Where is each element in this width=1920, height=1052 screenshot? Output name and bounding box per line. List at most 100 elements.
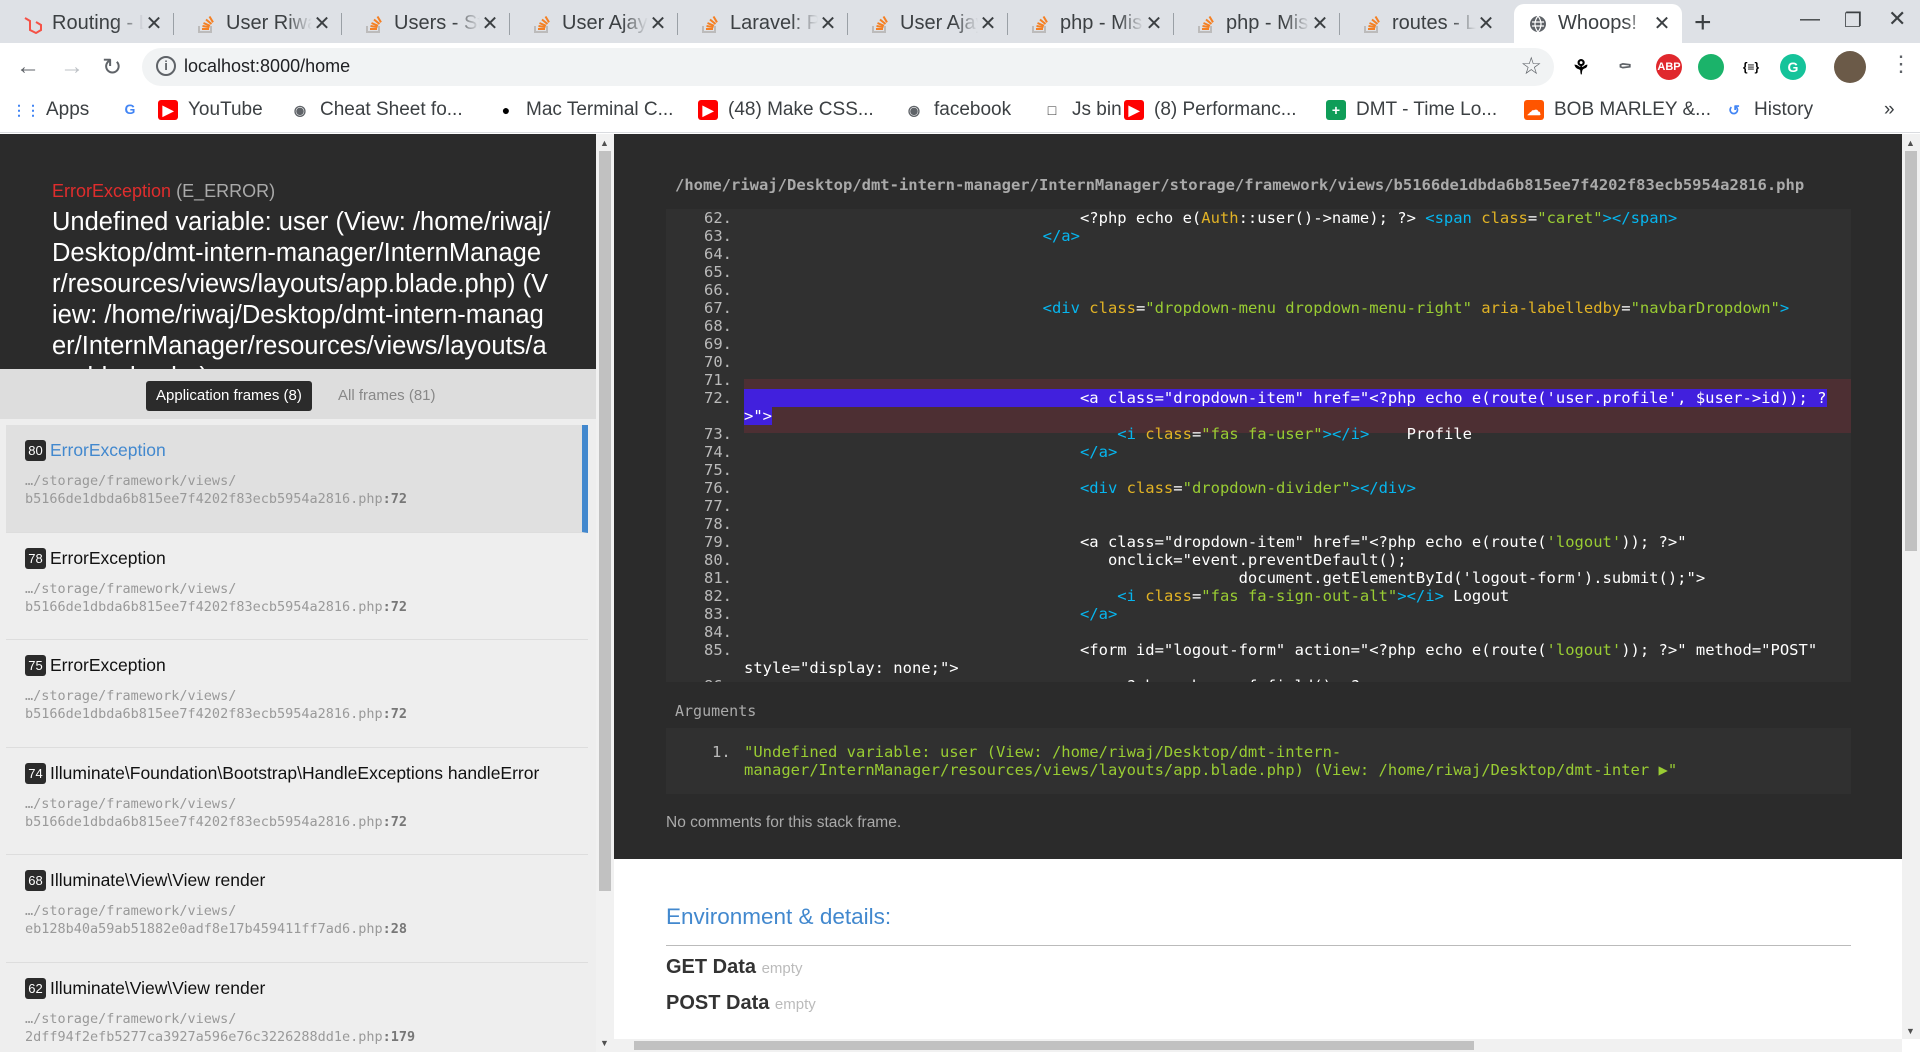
stack-frame[interactable]: 62 Illuminate\View\View render …/storage/f… xyxy=(6,962,588,1052)
tab-title[interactable]: Users - Stack Overflow xyxy=(394,12,480,35)
address-bar[interactable]: i localhost:8000/home ☆ xyxy=(142,48,1554,86)
tab-close-icon[interactable]: ✕ xyxy=(1310,11,1330,36)
bookmark-label[interactable]: DMT - Time Lo... xyxy=(1356,99,1497,121)
frame-heading[interactable]: 62 Illuminate\View\View render xyxy=(25,977,588,999)
scroll-up-arrow-icon[interactable]: ▲ xyxy=(600,138,609,148)
argument-value[interactable]: "Undefined variable: user (View: /home/r… xyxy=(744,743,1784,779)
extension-paw-icon[interactable]: ⚘ xyxy=(1568,54,1594,80)
tab-title[interactable]: User Ajay xyxy=(900,12,978,35)
horizontal-scrollbar-thumb[interactable] xyxy=(634,1041,1474,1050)
tab-title[interactable]: routes - L xyxy=(1392,12,1476,35)
extension-bike-icon[interactable]: ⚰ xyxy=(1612,54,1638,80)
forward-button[interactable]: → xyxy=(60,53,84,81)
horizontal-scrollbar[interactable] xyxy=(614,1039,1902,1052)
frame-class[interactable]: ErrorException xyxy=(50,548,166,568)
new-tab-button[interactable]: + xyxy=(1694,6,1712,40)
frame-heading[interactable]: 75 ErrorException xyxy=(25,655,588,676)
chrome-menu-icon[interactable]: ⋮ xyxy=(1890,51,1912,77)
frame-class[interactable]: Illuminate\View\View render xyxy=(50,870,265,890)
bookmark-label[interactable]: YouTube xyxy=(188,99,263,121)
frame-class[interactable]: ErrorException xyxy=(50,655,166,675)
site-info-icon[interactable]: i xyxy=(156,56,176,76)
back-button[interactable]: ← xyxy=(16,53,40,81)
tab-close-icon[interactable]: ✕ xyxy=(312,11,332,36)
browser-tab[interactable]: Routing - Laravel✕ xyxy=(8,4,174,43)
tab-title[interactable]: User Ajay xyxy=(562,12,648,35)
frame-heading[interactable]: 80 ErrorException xyxy=(25,440,582,461)
left-scrollbar-thumb[interactable] xyxy=(599,151,611,891)
tab-close-icon[interactable]: ✕ xyxy=(818,11,838,36)
tab-title[interactable]: php - Mis xyxy=(1060,12,1144,35)
bookmark-item[interactable]: ◉ facebook xyxy=(904,99,1011,121)
browser-tab[interactable]: Users - Stack Overflow✕ xyxy=(350,4,510,43)
tab-all-frames[interactable]: All frames (81) xyxy=(328,381,446,411)
scroll-down-arrow-icon[interactable]: ▼ xyxy=(600,1038,609,1048)
bookmark-label[interactable]: Js bin xyxy=(1072,99,1122,121)
tab-title[interactable]: User Riwaj xyxy=(226,12,312,35)
right-scrollbar[interactable]: ▲ ▼ xyxy=(1902,134,1920,1039)
stack-frame[interactable]: 80 ErrorException …/storage/framework/view… xyxy=(6,425,588,533)
bookmark-item[interactable]: ▶ YouTube xyxy=(158,99,263,121)
close-window-button[interactable]: ✕ xyxy=(1888,6,1906,32)
stack-frame[interactable]: 75 ErrorException …/storage/framework/view… xyxy=(6,640,588,748)
tab-close-icon[interactable]: ✕ xyxy=(144,11,164,36)
right-scrollbar-thumb[interactable] xyxy=(1905,151,1917,551)
bookmark-label[interactable]: Apps xyxy=(46,99,89,121)
scroll-down-arrow-icon[interactable]: ▼ xyxy=(1906,1026,1915,1036)
bookmark-star-icon[interactable]: ☆ xyxy=(1520,52,1542,81)
grammarly-icon[interactable]: G xyxy=(1780,54,1806,80)
bookmark-item[interactable]: ● Mac Terminal C... xyxy=(496,99,673,121)
tab-title[interactable]: php - Mis xyxy=(1226,12,1310,35)
reload-button[interactable]: ↻ xyxy=(102,53,122,82)
bookmark-item[interactable]: ☁ BOB MARLEY &... xyxy=(1524,99,1711,121)
frame-heading[interactable]: 74 Illuminate\Foundation\Bootstrap\Handle… xyxy=(25,762,588,784)
tab-title[interactable]: Laravel: Pass xyxy=(730,12,818,35)
adblock-plus-icon[interactable]: ABP xyxy=(1656,54,1682,80)
tab-close-icon[interactable]: ✕ xyxy=(1652,11,1672,36)
maximize-button[interactable]: ❐ xyxy=(1844,8,1862,33)
bookmark-item[interactable]: □ Js bin xyxy=(1042,99,1122,121)
bookmark-label[interactable]: (48) Make CSS... xyxy=(728,99,874,121)
tab-title[interactable]: Routing - Laravel xyxy=(52,12,144,35)
tab-close-icon[interactable]: ✕ xyxy=(1144,11,1164,36)
extension-chat-icon[interactable] xyxy=(1698,54,1724,80)
browser-tab[interactable]: php - Mis ✕ xyxy=(1182,4,1340,43)
bookmark-item[interactable]: ▶ (48) Make CSS... xyxy=(698,99,874,121)
bookmarks-more-button[interactable]: » xyxy=(1884,99,1895,121)
stack-frame[interactable]: 74 Illuminate\Foundation\Bootstrap\Handle… xyxy=(6,747,588,855)
bookmark-label[interactable]: BOB MARLEY &... xyxy=(1554,99,1711,121)
bookmark-item[interactable]: ◉ Cheat Sheet fo... xyxy=(290,99,463,121)
stack-frame[interactable]: 78 ErrorException …/storage/framework/view… xyxy=(6,532,588,640)
browser-tab[interactable]: Laravel: Pass✕ xyxy=(686,4,848,43)
tab-close-icon[interactable]: ✕ xyxy=(480,11,500,36)
browser-tab[interactable]: User Ajay ✕ xyxy=(518,4,678,43)
bookmark-label[interactable]: History xyxy=(1754,99,1813,121)
tab-close-icon[interactable]: ✕ xyxy=(648,11,668,36)
stack-frame[interactable]: 68 Illuminate\View\View render …/storage/f… xyxy=(6,855,588,963)
frame-class[interactable]: Illuminate\View\View render xyxy=(50,978,265,998)
browser-tab[interactable]: routes - L ✕ xyxy=(1348,4,1506,43)
browser-tab[interactable]: Whoops! ✕ xyxy=(1514,4,1682,43)
bookmark-item[interactable]: + DMT - Time Lo... xyxy=(1326,99,1497,121)
frame-heading[interactable]: 78 ErrorException xyxy=(25,547,588,569)
profile-avatar[interactable] xyxy=(1834,51,1866,83)
tab-title[interactable]: Whoops! xyxy=(1558,12,1652,35)
json-viewer-icon[interactable]: {≡} xyxy=(1738,54,1764,80)
frame-class[interactable]: ErrorException xyxy=(50,440,166,460)
tab-close-icon[interactable]: ✕ xyxy=(1476,11,1496,36)
left-scrollbar[interactable]: ▲ ▼ xyxy=(596,134,614,1052)
minimize-button[interactable]: — xyxy=(1800,8,1820,31)
tab-application-frames[interactable]: Application frames (8) xyxy=(146,381,312,411)
frame-class[interactable]: Illuminate\Foundation\Bootstrap\HandleEx… xyxy=(50,763,539,783)
bookmark-item[interactable]: ↺ History xyxy=(1724,99,1813,121)
scroll-up-arrow-icon[interactable]: ▲ xyxy=(1906,138,1915,148)
browser-tab[interactable]: php - Mis ✕ xyxy=(1016,4,1174,43)
bookmark-item[interactable]: ▶ (8) Performanc... xyxy=(1124,99,1297,121)
bookmark-label[interactable]: facebook xyxy=(934,99,1011,121)
bookmark-item[interactable]: ⋮⋮ Apps xyxy=(12,99,89,121)
tab-close-icon[interactable]: ✕ xyxy=(978,11,998,36)
bookmark-label[interactable]: (8) Performanc... xyxy=(1154,99,1297,121)
address-url[interactable]: localhost:8000/home xyxy=(184,56,350,77)
browser-tab[interactable]: User Riwaj✕ xyxy=(182,4,342,43)
bookmark-label[interactable]: Cheat Sheet fo... xyxy=(320,99,463,121)
